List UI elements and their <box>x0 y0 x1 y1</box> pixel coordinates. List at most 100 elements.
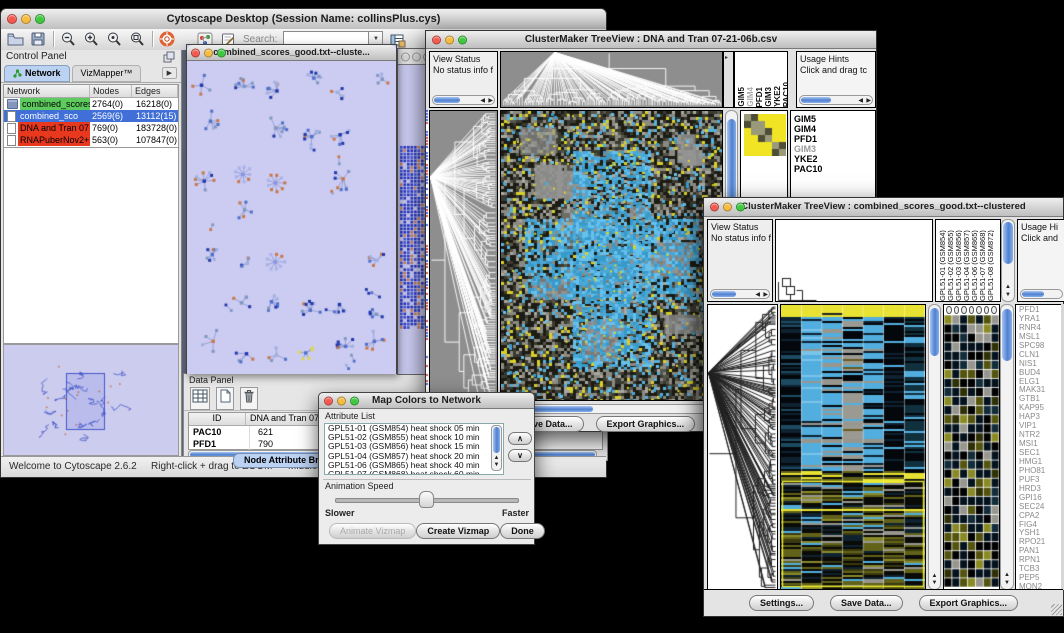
create-vizmap-button[interactable]: Create Vizmap <box>416 523 500 539</box>
save-session-icon[interactable] <box>30 31 47 47</box>
network-graph-canvas[interactable] <box>187 61 396 374</box>
scroll-right-icon[interactable]: ▶ <box>866 96 871 105</box>
tv2-gene-item[interactable]: HMG1 <box>1016 457 1061 466</box>
tv2-gene-item[interactable]: YRA1 <box>1016 314 1061 323</box>
tv2-gene-item[interactable]: GPI16 <box>1016 493 1061 502</box>
tv2-gene-item[interactable]: MAK31 <box>1016 385 1061 394</box>
treeview2-titlebar[interactable]: ClusterMaker TreeView : combined_scores_… <box>704 198 1063 217</box>
scroll-up-icon[interactable]: ▲ <box>1002 284 1014 291</box>
tv2-heatmap-vscrollbar[interactable]: ▲ ▼ <box>928 304 941 590</box>
treeview-button[interactable]: Export Graphics... <box>596 416 696 432</box>
scroll-down-icon[interactable]: ▼ <box>1002 292 1014 299</box>
tv2-zoom-heatmap-canvas[interactable] <box>944 315 999 587</box>
animate-vizmap-button[interactable]: Animate Vizmap <box>329 523 416 539</box>
tv2-gene-item[interactable]: RNR4 <box>1016 323 1061 332</box>
scroll-left-icon[interactable]: ◀ <box>755 290 760 299</box>
treeview2-controls[interactable] <box>710 203 745 212</box>
network-row[interactable]: combined_scores 2764(0) 16218(0) <box>4 98 178 110</box>
scroll-up-icon[interactable]: ▲ <box>929 573 940 580</box>
tv2-gene-item[interactable]: CLN1 <box>1016 350 1061 359</box>
zoom-window-button[interactable] <box>458 35 467 44</box>
tv1-heatmap-hscroll-thumb[interactable] <box>531 406 593 412</box>
tv2-labels-vscroll-thumb[interactable] <box>1003 222 1013 264</box>
close-button[interactable] <box>7 14 17 24</box>
treeview-button[interactable]: Settings... <box>749 595 814 611</box>
move-attribute-up-button[interactable]: ∧ <box>508 432 532 445</box>
tv2-column-dendrogram-canvas[interactable] <box>776 220 932 301</box>
scroll-up-icon[interactable]: ▲ <box>1001 572 1013 579</box>
tv2-status-hscroll-thumb[interactable] <box>712 291 736 297</box>
tv2-gene-item[interactable]: GTB1 <box>1016 394 1061 403</box>
speed-slider-thumb[interactable] <box>419 491 434 508</box>
treeview1-controls[interactable] <box>432 35 467 44</box>
tv2-gene-item[interactable]: KAP95 <box>1016 403 1061 412</box>
tv2-gene-item[interactable]: PEP5 <box>1016 573 1061 582</box>
move-attribute-down-button[interactable]: ∨ <box>508 449 532 462</box>
tv1-gene-item[interactable]: GIM5 <box>791 114 875 124</box>
tv2-zoom-vscroll-thumb[interactable] <box>1002 309 1012 361</box>
tv2-gene-item[interactable]: PFD1 <box>1016 305 1061 314</box>
minimize-button[interactable] <box>723 203 732 212</box>
tv2-gene-item[interactable]: RPN1 <box>1016 555 1061 564</box>
scroll-down-icon[interactable]: ▼ <box>929 580 940 587</box>
tv2-status-hscrollbar[interactable]: ◀ ▶ <box>710 289 770 299</box>
tv1-heatmap-canvas[interactable] <box>501 111 722 400</box>
scroll-right-icon[interactable]: ▶ <box>488 96 493 105</box>
tv2-heatmap-canvas[interactable] <box>781 305 925 589</box>
network-row[interactable]: DNA and Tran 07 769(0) 183728(0) <box>4 122 178 134</box>
scroll-left-icon[interactable]: ◀ <box>480 96 485 105</box>
main-titlebar[interactable]: Cytoscape Desktop (Session Name: collins… <box>1 9 606 30</box>
tv2-gene-item[interactable]: HAP3 <box>1016 412 1061 421</box>
network-row[interactable]: RNAPuberNov2+! 563(0) 107847(0) <box>4 134 178 146</box>
tv2-gene-item[interactable]: MSI1 <box>1016 439 1061 448</box>
network-view-controls[interactable] <box>191 48 226 57</box>
tv2-gene-item[interactable]: TCB3 <box>1016 564 1061 573</box>
tv2-row-dendrogram[interactable] <box>707 304 778 590</box>
tv2-hints-hscrollbar[interactable] <box>1020 289 1063 299</box>
tv1-gene-item[interactable]: PFD1 <box>791 134 875 144</box>
tv2-gene-item[interactable]: NIS1 <box>1016 359 1061 368</box>
tv2-gene-item[interactable]: FIG4 <box>1016 520 1061 529</box>
tv2-gene-item[interactable]: ELG1 <box>1016 377 1061 386</box>
zoom-out-icon[interactable] <box>60 31 77 47</box>
tv2-gene-item[interactable]: VIP1 <box>1016 421 1061 430</box>
close-button[interactable] <box>432 35 441 44</box>
zoom-window-button[interactable] <box>35 14 45 24</box>
tv2-column-dendrogram[interactable] <box>775 219 933 302</box>
network-overview-canvas[interactable] <box>4 345 176 451</box>
tv1-gene-item[interactable]: GIM4 <box>791 124 875 134</box>
network-overview-panel[interactable] <box>3 344 179 456</box>
zoom-selected-icon[interactable] <box>129 31 146 47</box>
tv1-status-hscroll-thumb[interactable] <box>434 97 460 103</box>
tv2-gene-item[interactable]: MSL1 <box>1016 332 1061 341</box>
tv1-column-dendrogram-canvas[interactable] <box>501 52 722 107</box>
tv2-heatmap[interactable] <box>780 304 926 590</box>
scroll-left-icon[interactable]: ◀ <box>858 96 863 105</box>
network-table-header[interactable]: Network Nodes Edges <box>4 85 178 98</box>
scroll-right-icon[interactable]: ▶ <box>763 290 768 299</box>
tv1-hints-hscrollbar[interactable]: ◀ ▶ <box>799 95 873 105</box>
tv1-gene-item[interactable]: PAC10 <box>791 164 875 174</box>
dialog-titlebar[interactable]: Map Colors to Network <box>319 393 534 409</box>
tv2-gene-item[interactable]: PUF3 <box>1016 475 1061 484</box>
tv1-column-dendrogram[interactable] <box>500 51 723 108</box>
treeview-button[interactable]: Export Graphics... <box>919 595 1019 611</box>
treeview-button[interactable]: Save Data... <box>830 595 903 611</box>
close-button[interactable] <box>191 48 200 57</box>
tv2-gene-item[interactable]: HRD3 <box>1016 484 1061 493</box>
treeview1-titlebar[interactable]: ClusterMaker TreeView : DNA and Tran 07-… <box>426 31 876 49</box>
zoom-in-icon[interactable] <box>83 31 100 47</box>
attribute-option[interactable]: GPL51-07 (GSM868) heat shock 60 min <box>325 470 503 475</box>
tv2-gene-item[interactable]: YSH1 <box>1016 528 1061 537</box>
tv2-hints-hscroll-thumb[interactable] <box>1022 291 1044 297</box>
done-button[interactable]: Done <box>500 523 545 539</box>
select-attributes-icon[interactable] <box>190 387 210 410</box>
more-tabs-arrow[interactable]: ▶ <box>162 67 177 79</box>
attribute-list-vscroll-thumb[interactable] <box>493 427 500 453</box>
zoom-window-button[interactable] <box>217 48 226 57</box>
tv1-gene-item[interactable]: GIM3 <box>791 144 875 154</box>
tv2-gene-item[interactable]: CPA2 <box>1016 511 1061 520</box>
scroll-down-icon[interactable]: ▼ <box>1001 580 1013 587</box>
new-attribute-icon[interactable] <box>216 387 234 410</box>
tab-vizmapper[interactable]: VizMapper™ <box>72 65 142 82</box>
